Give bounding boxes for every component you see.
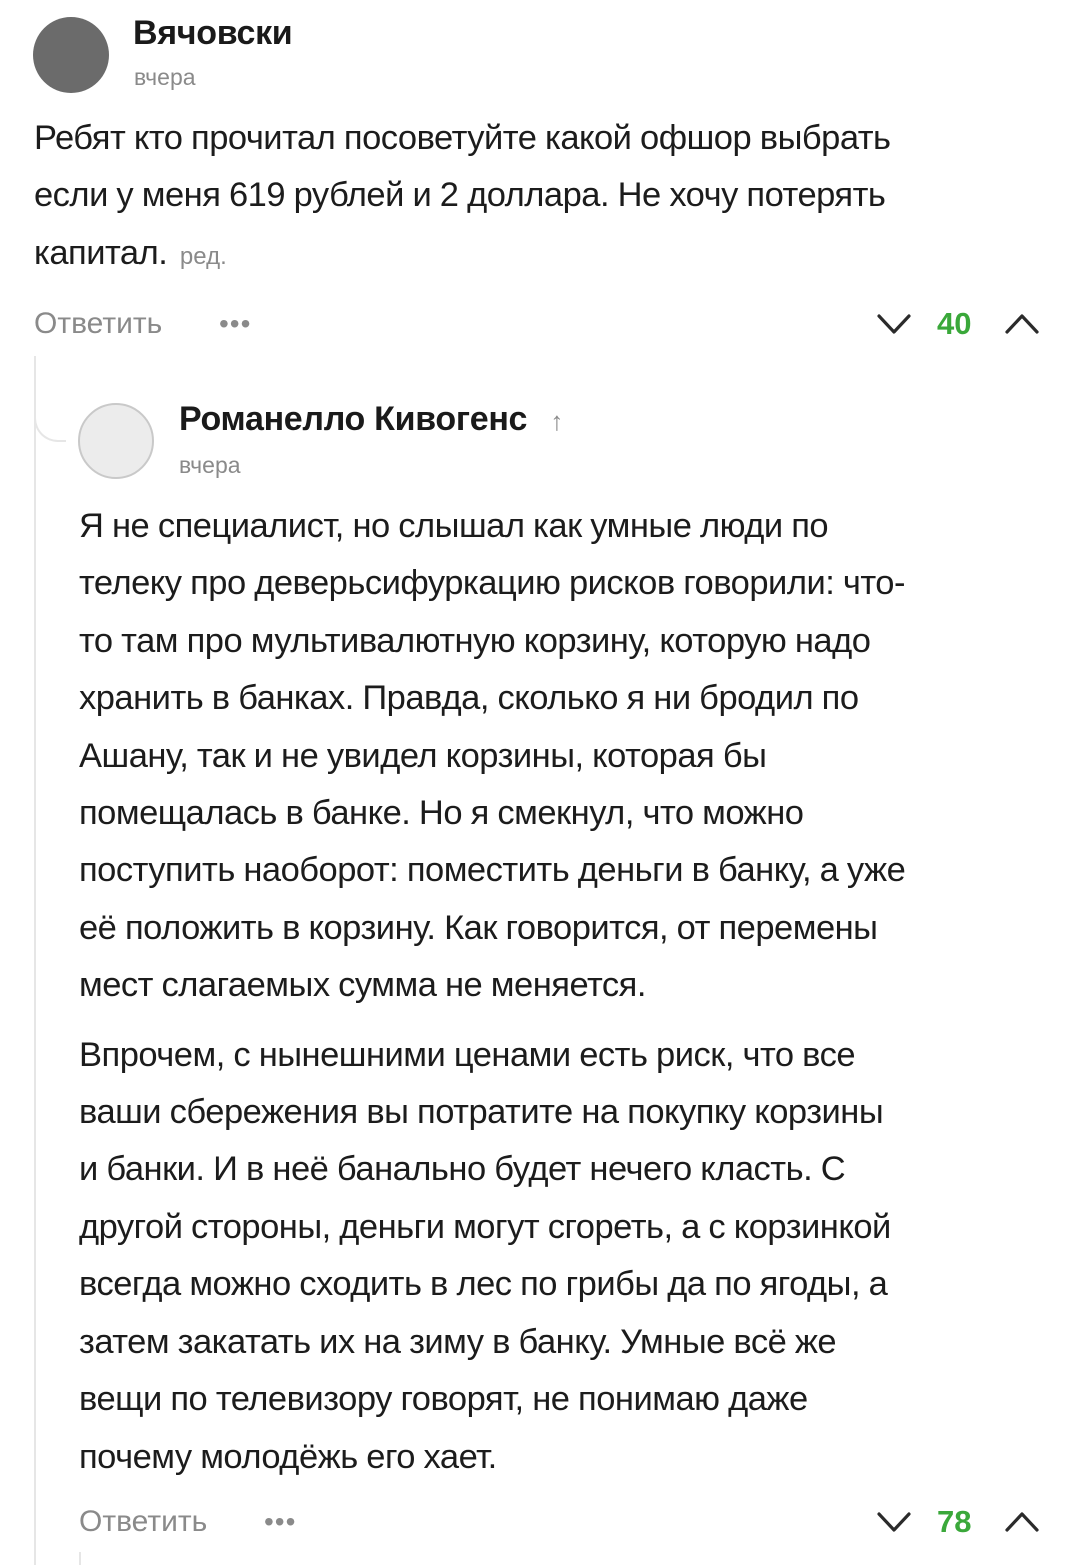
comment-body: Я не специалист, но слышал как умные люд… (79, 498, 1059, 1486)
comment-line: Ашану, так и не увидел корзины, которая … (79, 736, 767, 775)
comment-body: Ребят кто прочитал посоветуйте какой офш… (34, 110, 1044, 285)
arrow-up-icon: ↑ (550, 406, 564, 436)
comment-line-text: капитал. (34, 233, 168, 272)
comment-line: другой стороны, деньги могут сгореть, а … (79, 1207, 891, 1246)
more-options-button[interactable]: ••• (264, 1504, 296, 1540)
comment-line: ваши сбережения вы потратите на покупку … (79, 1093, 884, 1132)
comment-timestamp[interactable]: вчера (179, 452, 241, 479)
comment-line: хранить в банках. Правда, сколько я ни б… (79, 679, 859, 718)
comment-line-text: если у меня 619 рублей и 2 доллара. Не х… (34, 176, 886, 215)
author-name[interactable]: Романелло Кивогенс ↑ (179, 400, 563, 439)
comment-line: вещи по телевизору говорят, не понимаю д… (79, 1380, 808, 1419)
comment-paragraph: Впрочем, с нынешними ценами есть риск, ч… (79, 1027, 1059, 1486)
comment-line: Я не специалист, но слышал как умные люд… (79, 507, 829, 545)
comment-line: Ребят кто прочитал посоветуйте какой офш… (34, 119, 891, 157)
comment-line: капитал. ред. (34, 225, 1044, 285)
comment-line: если у меня 619 рублей и 2 доллара. Не х… (34, 167, 1044, 224)
chevron-up-icon[interactable] (1004, 312, 1040, 336)
reply-button[interactable]: Ответить (79, 1504, 207, 1540)
vote-count: 78 (937, 1504, 972, 1539)
more-options-button[interactable]: ••• (219, 306, 251, 342)
thread-connector (34, 398, 66, 442)
vote-count: 40 (937, 306, 972, 341)
comment-line: помещалась в банке. Но я смекнул, что мо… (79, 794, 804, 833)
avatar[interactable] (33, 17, 109, 93)
avatar[interactable] (78, 403, 154, 479)
comment-timestamp[interactable]: вчера (134, 64, 196, 91)
chevron-up-icon[interactable] (1004, 1510, 1040, 1534)
chevron-down-icon[interactable] (876, 1510, 912, 1534)
thread-line (34, 440, 36, 1565)
thread-line (79, 1552, 81, 1565)
reply-button[interactable]: Ответить (34, 306, 162, 342)
comment-line: то там про мультивалютную корзину, котор… (79, 621, 871, 660)
comment-line: телеку про деверьсифуркацию рисков говор… (79, 564, 905, 603)
author-name[interactable]: Вячовски (133, 14, 293, 53)
comment-line: Впрочем, с нынешними ценами есть риск, ч… (79, 1035, 856, 1074)
comment-paragraph: Я не специалист, но слышал как умные люд… (79, 498, 1059, 1015)
comment-line: мест слагаемых сумма не меняется. (79, 966, 646, 1005)
author-name-text: Романелло Кивогенс (179, 400, 528, 438)
comment-line: её положить в корзину. Как говорится, от… (79, 908, 878, 947)
chevron-down-icon[interactable] (876, 312, 912, 336)
edited-label: ред. (179, 242, 227, 270)
comment-line: затем закатать их на зиму в банку. Умные… (79, 1322, 837, 1361)
comment-line: всегда можно сходить в лес по грибы да п… (79, 1265, 888, 1304)
comment-line: почему молодёжь его хает. (79, 1437, 497, 1476)
comment-line: поступить наоборот: поместить деньги в б… (79, 851, 906, 890)
comment-line: и банки. И в неё банально будет нечего к… (79, 1150, 846, 1189)
